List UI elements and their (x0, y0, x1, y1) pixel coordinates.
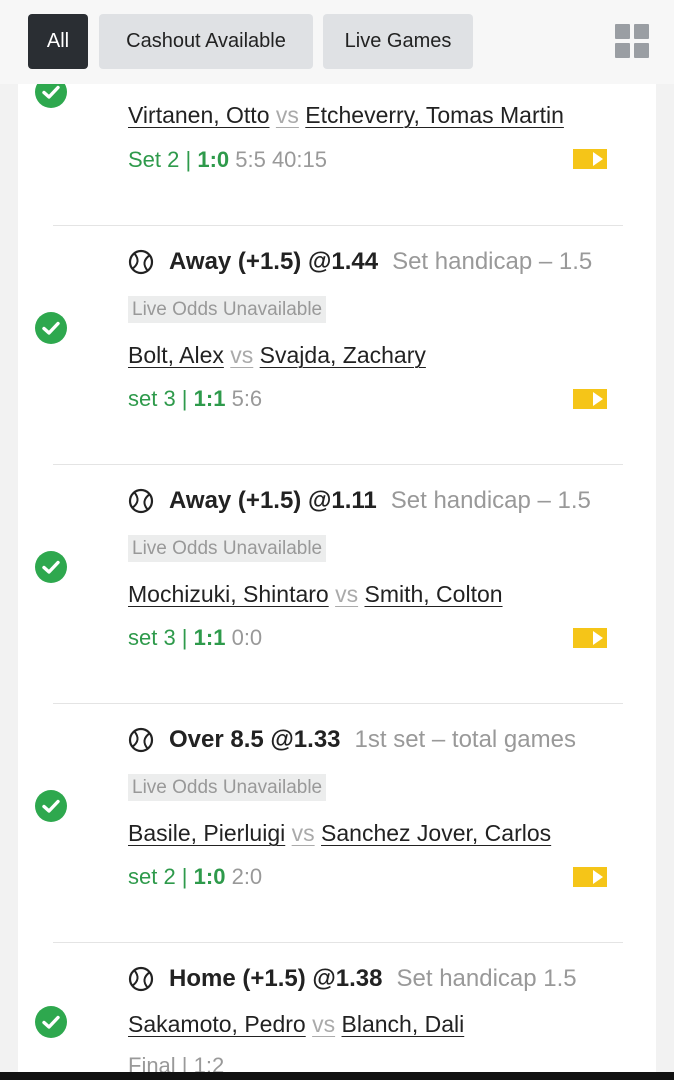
bet-list: Virtanen, Otto vs Etcheverry, Tomas Mart… (18, 76, 656, 1078)
game-score: 5:5 40:15 (235, 147, 327, 172)
divider (53, 703, 623, 704)
vs-label: vs (291, 820, 315, 846)
check-circle-icon (35, 551, 67, 583)
odds-unavailable-badge: Live Odds Unavailable (128, 535, 327, 562)
divider (53, 464, 623, 465)
set-label: set 2 | (128, 864, 188, 889)
tennis-ball-icon (128, 727, 154, 753)
match-teams[interactable]: Sakamoto, Pedro vs Blanch, Dali (128, 1011, 464, 1038)
live-score: set 3 | 1:1 5:6 (128, 386, 262, 412)
live-score: set 2 | 1:0 2:0 (128, 864, 262, 890)
game-score: 0:0 (231, 625, 263, 650)
home-team[interactable]: Basile, Pierluigi (128, 820, 285, 846)
tennis-ball-icon (128, 249, 154, 275)
set-label: Set 2 | (128, 147, 192, 172)
sets-score: 1:1 (193, 386, 226, 411)
vs-label: vs (275, 102, 299, 128)
market-name: Set handicap – 1.5 (392, 248, 593, 275)
match-teams[interactable]: Mochizuki, Shintaro vs Smith, Colton (128, 581, 503, 608)
live-stream-icon[interactable] (573, 149, 607, 169)
bet-market: Away (+1.5) @1.44 Set handicap – 1.5 (128, 248, 592, 276)
match-teams[interactable]: Basile, Pierluigi vs Sanchez Jover, Carl… (128, 820, 551, 847)
filter-bar: All Cashout Available Live Games (0, 0, 674, 84)
away-team[interactable]: Etcheverry, Tomas Martin (305, 102, 564, 128)
bet-selection: Over 8.5 @1.33 (169, 726, 341, 753)
live-score: set 3 | 1:1 0:0 (128, 625, 262, 651)
game-score: 2:0 (231, 864, 263, 889)
bet-selection: Away (+1.5) @1.11 (169, 487, 377, 514)
market-name: Set handicap 1.5 (396, 965, 577, 992)
away-team[interactable]: Sanchez Jover, Carlos (321, 820, 551, 846)
vs-label: vs (335, 581, 359, 607)
bet-market: Home (+1.5) @1.38 Set handicap 1.5 (128, 965, 577, 993)
bet-market: Over 8.5 @1.33 1st set – total games (128, 726, 576, 754)
set-label: set 3 | (128, 386, 188, 411)
tennis-ball-icon (128, 488, 154, 514)
tab-all[interactable]: All (28, 14, 88, 69)
away-team[interactable]: Blanch, Dali (342, 1011, 465, 1037)
home-team[interactable]: Sakamoto, Pedro (128, 1011, 306, 1037)
sets-score: 1:0 (197, 147, 230, 172)
live-score: Set 2 | 1:0 5:5 40:15 (128, 147, 327, 173)
live-stream-icon[interactable] (573, 389, 607, 409)
tennis-ball-icon (128, 966, 154, 992)
home-team[interactable]: Bolt, Alex (128, 342, 224, 368)
divider (53, 942, 623, 943)
check-circle-icon (35, 312, 67, 344)
market-name: 1st set – total games (354, 726, 576, 753)
vs-label: vs (312, 1011, 336, 1037)
home-team[interactable]: Virtanen, Otto (128, 102, 270, 128)
home-team[interactable]: Mochizuki, Shintaro (128, 581, 329, 607)
bottom-edge (0, 1072, 674, 1080)
bet-selection: Away (+1.5) @1.44 (169, 248, 379, 275)
sets-score: 1:1 (193, 625, 226, 650)
tab-live-games[interactable]: Live Games (323, 14, 473, 69)
live-stream-icon[interactable] (573, 867, 607, 887)
bet-selection: Home (+1.5) @1.38 (169, 965, 383, 992)
tab-cashout-available[interactable]: Cashout Available (99, 14, 313, 69)
check-circle-icon (35, 1006, 67, 1038)
game-score: 5:6 (231, 386, 263, 411)
odds-unavailable-badge: Live Odds Unavailable (128, 296, 327, 323)
vs-label: vs (230, 342, 254, 368)
odds-unavailable-badge: Live Odds Unavailable (128, 774, 327, 801)
bet-market: Away (+1.5) @1.11 Set handicap – 1.5 (128, 487, 591, 515)
check-circle-icon (35, 790, 67, 822)
market-name: Set handicap – 1.5 (390, 487, 591, 514)
set-label: set 3 | (128, 625, 188, 650)
match-teams[interactable]: Bolt, Alex vs Svajda, Zachary (128, 342, 426, 369)
sets-score: 1:0 (193, 864, 226, 889)
away-team[interactable]: Svajda, Zachary (260, 342, 426, 368)
live-stream-icon[interactable] (573, 628, 607, 648)
match-teams[interactable]: Virtanen, Otto vs Etcheverry, Tomas Mart… (128, 102, 564, 129)
grid-view-icon[interactable] (615, 24, 651, 60)
divider (53, 225, 623, 226)
away-team[interactable]: Smith, Colton (364, 581, 502, 607)
